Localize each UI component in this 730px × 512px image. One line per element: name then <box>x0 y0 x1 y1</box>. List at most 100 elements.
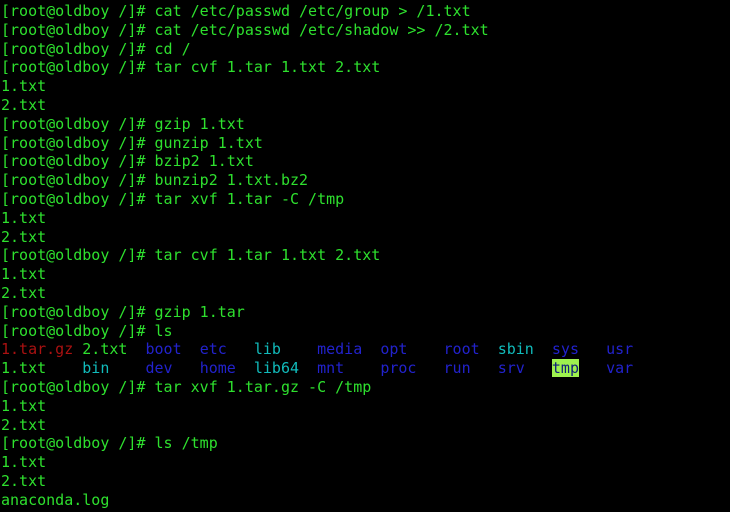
shell-prompt: [root@oldboy /]# <box>1 20 155 39</box>
terminal-command-line: [root@oldboy /]# tar xvf 1.tar.gz -C /tm… <box>1 378 730 397</box>
shell-command: gzip 1.tar <box>154 302 245 321</box>
ls-spacer <box>344 359 380 377</box>
shell-prompt: [root@oldboy /]# <box>1 39 155 58</box>
terminal-command-line: [root@oldboy /]# gzip 1.tar <box>1 303 730 322</box>
terminal-command-line: [root@oldboy /]# gunzip 1.txt <box>1 134 730 153</box>
output-text: 1.txt <box>1 453 47 472</box>
ls-spacer <box>416 359 443 377</box>
ls-spacer <box>109 359 145 377</box>
shell-prompt: [root@oldboy /]# <box>1 302 155 321</box>
ls-entry-boot[interactable]: boot <box>146 340 182 358</box>
ls-entry-1-tar-gz[interactable]: 1.tar.gz <box>1 340 73 358</box>
shell-command: ls <box>154 321 173 340</box>
shell-command: tar xvf 1.tar -C /tmp <box>154 189 345 208</box>
ls-entry-root[interactable]: root <box>444 340 480 358</box>
terminal-output-line: 1.txt <box>1 453 730 472</box>
ls-entry-1-txt[interactable]: 1.txt <box>1 359 46 377</box>
ls-output-row: 1.txt bin dev home lib64 mnt proc run sr… <box>1 359 730 378</box>
output-text: anaconda.log <box>1 490 110 509</box>
ls-spacer <box>46 359 82 377</box>
output-text: 1.txt <box>1 396 47 415</box>
ls-spacer <box>281 340 317 358</box>
ls-entry-proc[interactable]: proc <box>380 359 416 377</box>
terminal-command-line: [root@oldboy /]# cat /etc/passwd /etc/gr… <box>1 2 730 21</box>
shell-prompt: [root@oldboy /]# <box>1 171 155 190</box>
terminal-screen[interactable]: [root@oldboy /]# cat /etc/passwd /etc/gr… <box>1 2 730 510</box>
ls-entry-lib64[interactable]: lib64 <box>254 359 299 377</box>
terminal-command-line: [root@oldboy /]# tar cvf 1.tar 1.txt 2.t… <box>1 58 730 77</box>
terminal-command-line: [root@oldboy /]# ls <box>1 322 730 341</box>
ls-entry-tmp[interactable]: tmp <box>551 359 579 378</box>
terminal-command-line: [root@oldboy /]# tar cvf 1.tar 1.txt 2.t… <box>1 246 730 265</box>
ls-spacer <box>73 340 82 358</box>
terminal-command-line: [root@oldboy /]# tar xvf 1.tar -C /tmp <box>1 190 730 209</box>
terminal-command-line: [root@oldboy /]# cd / <box>1 40 730 59</box>
ls-output-row: 1.tar.gz 2.txt boot etc lib media opt ro… <box>1 340 730 359</box>
output-text: 2.txt <box>1 283 47 302</box>
ls-entry-lib[interactable]: lib <box>254 340 281 358</box>
ls-entry-dev[interactable]: dev <box>146 359 173 377</box>
shell-command: tar xvf 1.tar.gz -C /tmp <box>154 377 372 396</box>
terminal-output-line: 1.txt <box>1 397 730 416</box>
ls-spacer <box>525 359 552 377</box>
terminal-output-line: 2.txt <box>1 472 730 491</box>
shell-command: tar cvf 1.tar 1.txt 2.txt <box>154 58 381 77</box>
terminal-command-line: [root@oldboy /]# cat /etc/passwd /etc/sh… <box>1 21 730 40</box>
ls-spacer <box>227 340 254 358</box>
terminal-output-line: 2.txt <box>1 416 730 435</box>
ls-spacer <box>236 359 254 377</box>
ls-entry-srv[interactable]: srv <box>498 359 525 377</box>
terminal-output-line: 1.txt <box>1 265 730 284</box>
terminal-output-line: 2.txt <box>1 284 730 303</box>
ls-spacer <box>173 359 200 377</box>
ls-entry-bin[interactable]: bin <box>82 359 109 377</box>
terminal-output-line: 2.txt <box>1 96 730 115</box>
ls-entry-opt[interactable]: opt <box>380 340 407 358</box>
ls-spacer <box>182 340 200 358</box>
shell-command: ls /tmp <box>154 434 218 453</box>
terminal-output-line: anaconda.log <box>1 491 730 510</box>
ls-spacer <box>362 340 380 358</box>
ls-entry-etc[interactable]: etc <box>200 340 227 358</box>
shell-prompt: [root@oldboy /]# <box>1 114 155 133</box>
ls-spacer <box>471 359 498 377</box>
shell-command: gzip 1.txt <box>154 114 245 133</box>
shell-command: bzip2 1.txt <box>154 152 254 171</box>
terminal-output-line: 1.txt <box>1 77 730 96</box>
ls-entry-media[interactable]: media <box>317 340 362 358</box>
ls-spacer <box>480 340 498 358</box>
terminal-output-line: 2.txt <box>1 228 730 247</box>
terminal-window[interactable]: [root@oldboy /]# cat /etc/passwd /etc/gr… <box>0 0 730 512</box>
ls-entry-usr[interactable]: usr <box>606 340 633 358</box>
shell-prompt: [root@oldboy /]# <box>1 133 155 152</box>
shell-command: cat /etc/passwd /etc/group > /1.txt <box>154 2 471 20</box>
ls-spacer <box>579 340 606 358</box>
shell-prompt: [root@oldboy /]# <box>1 246 155 265</box>
ls-entry-var[interactable]: var <box>606 359 633 377</box>
shell-command: tar cvf 1.tar 1.txt 2.txt <box>154 246 381 265</box>
ls-entry-mnt[interactable]: mnt <box>317 359 344 377</box>
ls-entry-run[interactable]: run <box>444 359 471 377</box>
ls-entry-sbin[interactable]: sbin <box>498 340 534 358</box>
ls-entry-sys[interactable]: sys <box>552 340 579 358</box>
output-text: 1.txt <box>1 265 47 284</box>
terminal-command-line: [root@oldboy /]# ls /tmp <box>1 434 730 453</box>
terminal-command-line: [root@oldboy /]# bunzip2 1.txt.bz2 <box>1 171 730 190</box>
ls-entry-2-txt[interactable]: 2.txt <box>82 340 127 358</box>
ls-spacer <box>534 340 552 358</box>
output-text: 2.txt <box>1 95 47 114</box>
ls-entry-home[interactable]: home <box>200 359 236 377</box>
shell-command: gunzip 1.txt <box>154 133 263 152</box>
shell-prompt: [root@oldboy /]# <box>1 152 155 171</box>
shell-prompt: [root@oldboy /]# <box>1 189 155 208</box>
shell-prompt: [root@oldboy /]# <box>1 2 155 20</box>
shell-command: bunzip2 1.txt.bz2 <box>154 171 309 190</box>
terminal-command-line: [root@oldboy /]# bzip2 1.txt <box>1 152 730 171</box>
ls-spacer <box>299 359 317 377</box>
shell-prompt: [root@oldboy /]# <box>1 58 155 77</box>
shell-prompt: [root@oldboy /]# <box>1 434 155 453</box>
ls-spacer <box>579 359 606 377</box>
shell-prompt: [root@oldboy /]# <box>1 377 155 396</box>
shell-command: cat /etc/passwd /etc/shadow >> /2.txt <box>154 20 489 39</box>
ls-spacer <box>127 340 145 358</box>
